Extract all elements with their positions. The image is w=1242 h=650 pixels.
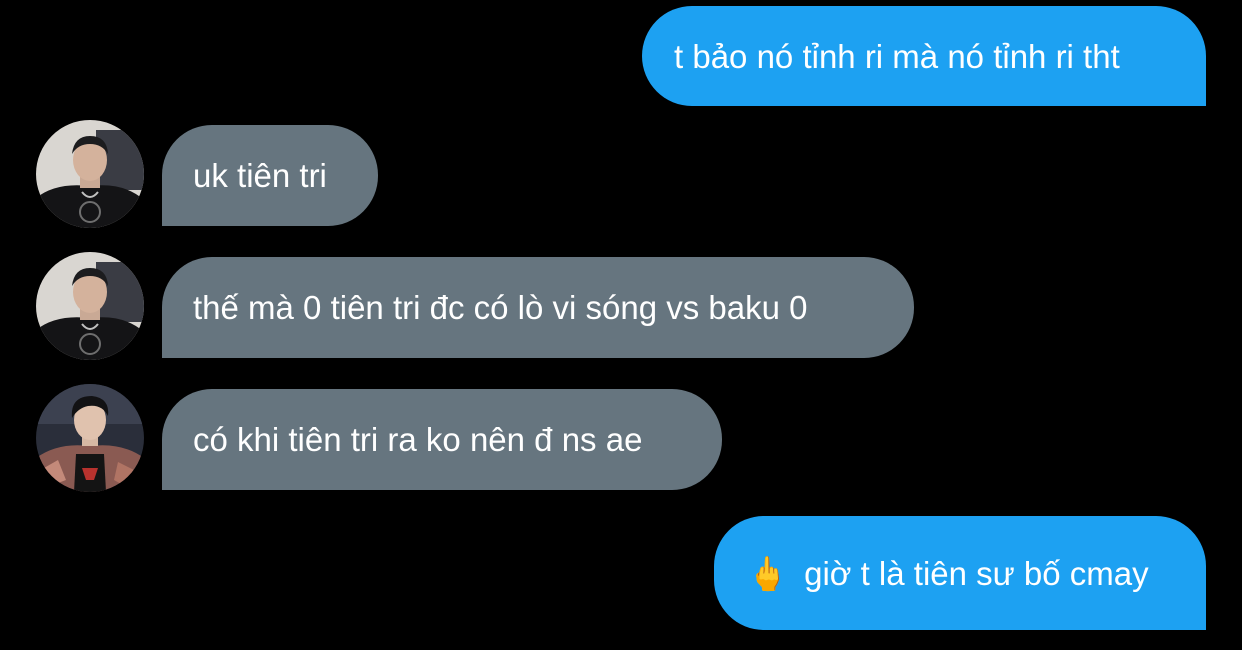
message-bubble-received[interactable]: thế mà 0 tiên tri đc có lò vi sóng vs ba…	[162, 257, 914, 358]
avatar[interactable]	[36, 252, 144, 360]
chat-conversation: t bảo nó tỉnh ri mà nó tỉnh ri tht uk ti…	[0, 0, 1242, 650]
avatar-patterned-jacket-icon	[36, 384, 144, 492]
message-text: giờ t là tiên sư bố cmay	[804, 554, 1149, 592]
message-bubble-sent[interactable]: t bảo nó tỉnh ri mà nó tỉnh ri tht	[642, 6, 1206, 106]
avatar-black-hoodie-icon	[36, 252, 144, 360]
middle-finger-emoji-icon: 🖕	[747, 554, 789, 592]
message-text: t bảo nó tỉnh ri mà nó tỉnh ri tht	[674, 37, 1120, 75]
message-bubble-received[interactable]: có khi tiên tri ra ko nên đ ns ae	[162, 389, 722, 490]
message-text: có khi tiên tri ra ko nên đ ns ae	[193, 421, 643, 458]
message-text: thế mà 0 tiên tri đc có lò vi sóng vs ba…	[193, 289, 808, 326]
message-text: uk tiên tri	[193, 157, 327, 194]
avatar[interactable]	[36, 120, 144, 228]
message-bubble-sent[interactable]: 🖕 giờ t là tiên sư bố cmay	[714, 516, 1206, 630]
message-bubble-received[interactable]: uk tiên tri	[162, 125, 378, 226]
avatar-black-hoodie-icon	[36, 120, 144, 228]
avatar[interactable]	[36, 384, 144, 492]
